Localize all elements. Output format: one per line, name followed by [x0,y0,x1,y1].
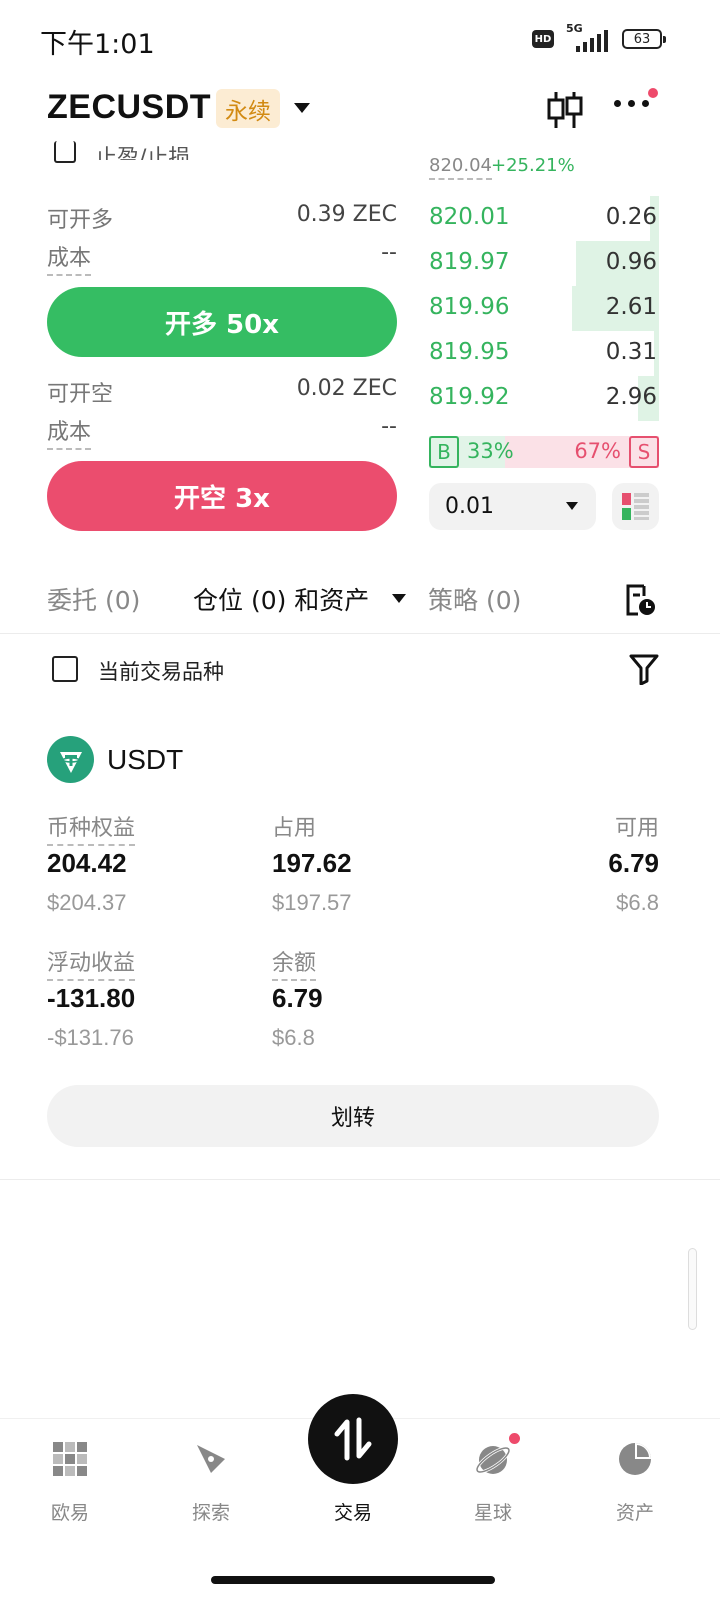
precision-value: 0.01 [445,494,494,519]
available-value: 6.79 [608,848,659,878]
tabs-divider [0,633,720,634]
buy-sell-ratio: B 33% 67% S [429,436,659,468]
okx-logo-icon [53,1442,87,1476]
long-cost-value: -- [381,240,397,265]
pie-chart-icon [619,1443,651,1475]
sell-label: S [629,436,659,468]
nav-item-assets[interactable]: 资产 [585,1438,685,1524]
sell-percent: 67% [574,439,621,463]
signal-icon: 5G [564,22,612,52]
tab-positions-assets[interactable]: 仓位 (0) 和资产 [193,581,369,617]
buy-percent: 33% [467,439,514,463]
orderbook-bid-row[interactable]: 820.01 0.26 [429,196,659,241]
tpsl-label: 止盈/止损 [95,146,191,160]
orderbook-layout-icon [622,493,649,520]
last-price[interactable]: 820.04 [429,155,492,180]
status-time: 下午1:01 [40,29,155,60]
bid-price: 819.97 [429,249,510,275]
upl-label[interactable]: 浮动收益 [47,945,136,981]
bid-quantity: 0.26 [605,204,657,230]
orderbook-bid-row[interactable]: 819.96 2.61 [429,286,659,331]
orderbook-bid-row[interactable]: 819.92 2.96 [429,376,659,421]
tpsl-checkbox[interactable] [54,141,76,163]
planet-notification-dot [507,1431,522,1446]
bid-quantity: 0.31 [605,339,657,365]
filter-icon[interactable] [629,653,659,689]
orderbook-bid-row[interactable]: 819.95 0.31 [429,331,659,376]
swap-arrows-icon [334,1417,372,1461]
bid-quantity: 2.61 [605,294,657,320]
upl-usd: -$131.76 [47,1025,134,1050]
status-icons: HD 5G 63 [532,22,666,52]
battery-icon: 63 [622,29,666,49]
asset-divider [0,1179,720,1180]
used-label: 占用 [272,816,317,841]
bid-price: 819.96 [429,294,510,320]
more-icon[interactable] [614,100,649,107]
long-cost-label[interactable]: 成本 [47,240,92,276]
nav-item-okx[interactable]: 欧易 [20,1438,120,1524]
available-label: 可用 [614,816,659,841]
nav-item-explore[interactable]: 探索 [161,1438,261,1524]
notification-dot [648,88,658,98]
available-usd: $6.8 [616,890,659,915]
short-cost-value: -- [381,414,397,439]
bid-price: 820.01 [429,204,510,230]
scrollbar[interactable] [688,1248,697,1330]
nav-trade-button[interactable] [308,1394,398,1484]
price-change: +25.21% [491,155,575,176]
usdt-logo-icon [47,736,94,783]
nav-label-assets: 资产 [615,1502,654,1524]
nav-label-explore: 探索 [191,1502,230,1524]
upl-value: -131.80 [47,983,136,1013]
battery-level: 63 [633,31,651,47]
orderbook-bid-row[interactable]: 819.97 0.96 [429,241,659,286]
balance-label[interactable]: 余额 [272,945,317,981]
used-usd: $197.57 [272,890,352,915]
nav-label-okx: 欧易 [50,1502,89,1524]
short-available-label: 可开空 [47,382,114,407]
bid-quantity: 2.96 [605,384,657,410]
candlestick-chart-icon[interactable] [546,90,584,134]
buy-label: B [429,436,459,468]
bid-price: 819.92 [429,384,510,410]
equity-value: 204.42 [47,848,127,878]
hd-icon: HD [532,30,554,48]
chevron-down-icon [566,502,578,510]
bid-quantity: 0.96 [605,249,657,275]
tab-orders[interactable]: 委托 (0) [47,581,140,617]
tab-strategies[interactable]: 策略 (0) [428,581,521,617]
balance-usd: $6.8 [272,1025,315,1050]
precision-select[interactable]: 0.01 [429,483,596,530]
balance-value: 6.79 [272,983,323,1013]
current-symbol-checkbox[interactable] [52,656,78,682]
current-symbol-label: 当前交易品种 [98,660,224,684]
transfer-button[interactable]: 划转 [47,1085,659,1147]
pair-title[interactable]: ZECUSDT [47,88,211,127]
open-long-button[interactable]: 开多 50x [47,287,397,357]
equity-label[interactable]: 币种权益 [47,810,136,846]
nav-item-planet[interactable]: 星球 [443,1438,543,1524]
long-available-value: 0.39 ZEC [296,202,397,227]
asset-coin-name: USDT [107,744,184,775]
equity-usd: $204.37 [47,890,127,915]
nav-label-trade: 交易 [333,1502,372,1524]
tab-dropdown-icon[interactable] [392,594,406,603]
used-value: 197.62 [272,848,352,878]
compass-icon [197,1445,225,1473]
short-cost-label[interactable]: 成本 [47,414,92,450]
pair-dropdown-icon[interactable] [294,103,310,113]
home-indicator [211,1576,495,1584]
order-history-icon[interactable] [622,582,658,622]
nav-label-planet: 星球 [473,1502,512,1524]
long-available-label: 可开多 [47,208,114,233]
orderbook-layout-button[interactable] [612,483,659,530]
short-available-value: 0.02 ZEC [296,376,397,401]
bid-price: 819.95 [429,339,510,365]
contract-type-badge: 永续 [216,89,280,128]
planet-icon [475,1446,511,1474]
open-short-button[interactable]: 开空 3x [47,461,397,531]
